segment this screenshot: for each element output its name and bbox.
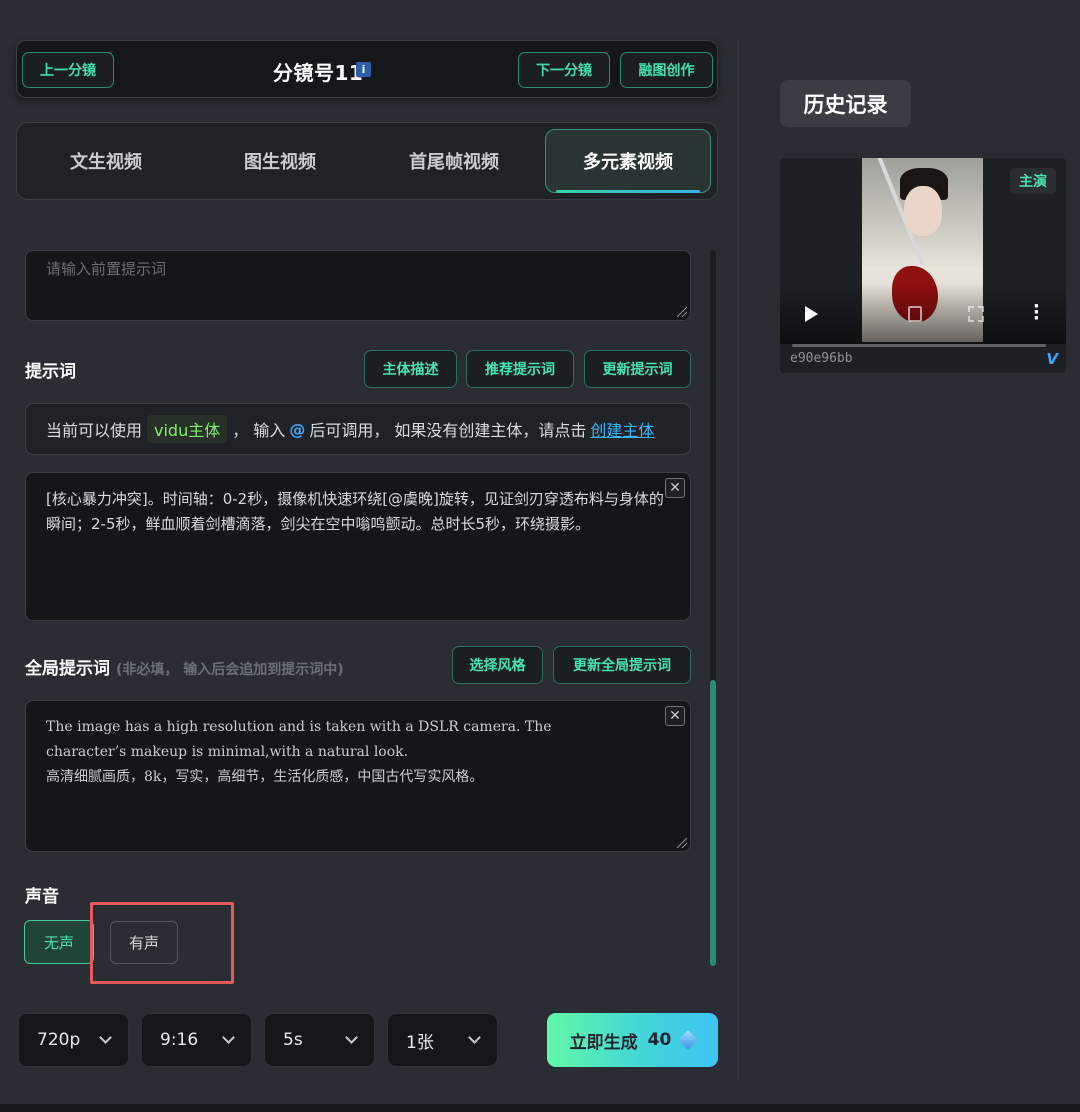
chevron-down-icon	[222, 1031, 235, 1044]
notice-middle1: ， 输入	[232, 421, 286, 440]
prompt-input[interactable]: [核心暴力冲突]。时间轴：0-2秒，摄像机快速环绕[@虞晚]旋转，见证剑刃穿透布…	[25, 472, 691, 621]
scrollbar-thumb[interactable]	[710, 680, 716, 966]
global-prompt-line1: The image has a high resolution and is t…	[46, 719, 552, 735]
resize-handle[interactable]	[677, 307, 687, 317]
notice-middle2: 后可调用， 如果没有创建主体，请点击	[309, 421, 587, 440]
duration-value: 5s	[283, 1030, 303, 1050]
generate-cost: 40	[647, 1030, 672, 1050]
play-icon[interactable]	[805, 306, 818, 322]
global-prompt-title: 全局提示词	[25, 659, 110, 679]
pre-prompt-placeholder: 请输入前置提示词	[46, 260, 167, 278]
select-style-button[interactable]: 选择风格	[452, 646, 543, 684]
prompt-text: [核心暴力冲突]。时间轴：0-2秒，摄像机快速环绕[@虞晚]旋转，见证剑刃穿透布…	[46, 490, 664, 533]
sound-label: 声音	[25, 887, 59, 907]
tab-multi-element-video[interactable]: 多元素视频	[545, 129, 711, 193]
update-prompt-button[interactable]: 更新提示词	[584, 350, 691, 388]
aspect-ratio-select[interactable]: 9:16	[141, 1013, 252, 1067]
global-prompt-input[interactable]: The image has a high resolution and is t…	[25, 700, 691, 852]
global-prompt-label: 全局提示词 (非必填， 输入后会追加到提示词中)	[25, 654, 344, 679]
notice-prefix: 当前可以使用	[46, 421, 143, 440]
count-value: 1张	[406, 1032, 434, 1053]
video-id: e90e96bb	[790, 351, 853, 366]
volume-icon[interactable]	[908, 306, 922, 322]
vidu-subject-chip: vidu主体	[147, 415, 228, 443]
fullscreen-icon[interactable]	[968, 306, 984, 322]
recommend-prompt-button[interactable]: 推荐提示词	[466, 350, 574, 388]
aspect-ratio-value: 9:16	[160, 1030, 199, 1050]
lead-role-badge: 主演	[1010, 168, 1056, 194]
update-global-prompt-button[interactable]: 更新全局提示词	[553, 646, 691, 684]
clear-global-prompt-close-icon[interactable]: ✕	[665, 706, 685, 726]
active-tab-indicator	[556, 190, 700, 193]
sound-on-button[interactable]: 有声	[110, 921, 178, 964]
subject-description-button[interactable]: 主体描述	[364, 350, 457, 388]
more-icon[interactable]: · · ·	[1033, 298, 1040, 328]
history-title: 历史记录	[780, 80, 911, 127]
blend-create-button[interactable]: 融图创作	[620, 52, 713, 88]
clear-prompt-close-icon[interactable]: ✕	[665, 478, 685, 498]
bottom-strip	[0, 1104, 1080, 1112]
tab-first-last-frame-video[interactable]: 首尾帧视频	[371, 129, 537, 193]
panel-divider	[737, 40, 739, 1080]
subject-notice: 当前可以使用 vidu主体 ， 输入 @ 后可调用， 如果没有创建主体，请点击 …	[25, 403, 691, 455]
global-prompt-line2: character’s makeup is minimal,with a nat…	[46, 744, 409, 760]
generate-now-button[interactable]: 立即生成 40	[547, 1013, 718, 1067]
at-sign: @	[289, 419, 306, 439]
chevron-down-icon	[99, 1031, 112, 1044]
pre-prompt-input[interactable]: 请输入前置提示词	[25, 250, 691, 321]
chevron-down-icon	[345, 1031, 358, 1044]
sound-off-button[interactable]: 无声	[24, 920, 94, 964]
vimeo-icon: V	[1046, 350, 1058, 368]
history-video-card[interactable]: 主演 · · · e90e96bb V	[780, 158, 1066, 373]
tab-text-to-video[interactable]: 文生视频	[23, 129, 189, 193]
duration-select[interactable]: 5s	[264, 1013, 375, 1067]
resolution-value: 720p	[37, 1030, 81, 1050]
panel-scrollbar[interactable]	[710, 250, 716, 966]
resize-handle[interactable]	[677, 838, 687, 848]
prev-shot-button[interactable]: 上一分镜	[22, 52, 114, 88]
create-subject-link[interactable]: 创建主体	[590, 417, 654, 441]
prompt-label: 提示词	[25, 362, 76, 382]
info-icon[interactable]: i	[356, 62, 371, 77]
video-progress-bar[interactable]	[792, 344, 1046, 347]
count-select[interactable]: 1张	[387, 1013, 498, 1067]
gem-icon	[678, 1030, 699, 1050]
shot-title: 分镜号11	[273, 61, 364, 85]
chevron-down-icon	[468, 1031, 481, 1044]
global-prompt-hint: (非必填， 输入后会追加到提示词中)	[116, 662, 344, 678]
next-shot-button[interactable]: 下一分镜	[518, 52, 610, 88]
resolution-select[interactable]: 720p	[18, 1013, 129, 1067]
global-prompt-line3: 高清细腻画质，8k，写实，高细节，生活化质感，中国古代写实风格。	[46, 769, 484, 785]
generate-label: 立即生成	[569, 1032, 638, 1053]
tab-image-to-video[interactable]: 图生视频	[197, 129, 363, 193]
mode-tabs: 文生视频 图生视频 首尾帧视频 多元素视频	[16, 122, 718, 200]
